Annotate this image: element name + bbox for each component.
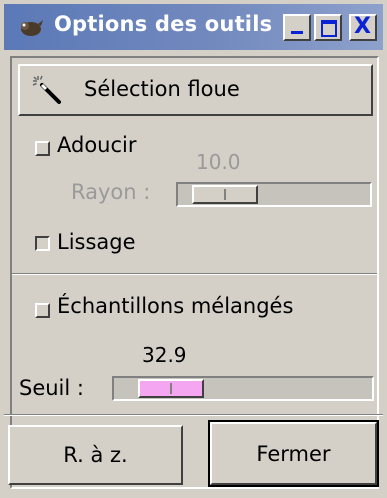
separator	[12, 273, 377, 275]
rayon-slider[interactable]	[176, 182, 372, 207]
rayon-value: 10.0	[196, 150, 241, 174]
thumb-grip	[224, 189, 226, 200]
close-icon: X	[354, 14, 371, 39]
thumb-grip	[170, 383, 172, 394]
tool-selector-button[interactable]: Sélection floue	[18, 64, 373, 116]
echantillons-checkbox[interactable]	[35, 303, 50, 318]
gimp-icon	[21, 20, 43, 36]
separator	[4, 414, 383, 416]
reset-button[interactable]: R. à z.	[8, 425, 183, 485]
minimize-button[interactable]	[283, 14, 311, 41]
lissage-label[interactable]: Lissage	[57, 230, 136, 254]
maximize-button[interactable]	[314, 14, 342, 41]
echantillons-label[interactable]: Échantillons mélangés	[57, 294, 293, 318]
seuil-slider[interactable]	[112, 376, 374, 401]
rayon-slider-thumb[interactable]	[192, 185, 258, 204]
magic-wand-icon	[32, 75, 61, 104]
minimize-icon	[291, 31, 303, 34]
lissage-checkbox[interactable]	[35, 236, 50, 251]
adoucir-label[interactable]: Adoucir	[57, 133, 137, 157]
close-dialog-button[interactable]: Fermer	[208, 420, 379, 487]
seuil-value: 32.9	[142, 343, 187, 367]
tool-name: Sélection floue	[84, 77, 240, 101]
adoucir-checkbox[interactable]	[35, 141, 50, 156]
seuil-slider-thumb[interactable]	[138, 379, 204, 398]
close-button[interactable]: X	[349, 14, 377, 41]
close-dialog-button-label: Fermer	[256, 442, 331, 466]
rayon-label: Rayon :	[71, 180, 151, 204]
tool-options-window: Options des outils X Sélection floue Ado…	[0, 0, 387, 498]
title-bar[interactable]: Options des outils X	[4, 4, 383, 50]
seuil-label: Seuil :	[19, 376, 84, 400]
window-title: Options des outils	[54, 12, 273, 36]
maximize-icon	[321, 20, 337, 37]
reset-button-label: R. à z.	[63, 443, 128, 467]
